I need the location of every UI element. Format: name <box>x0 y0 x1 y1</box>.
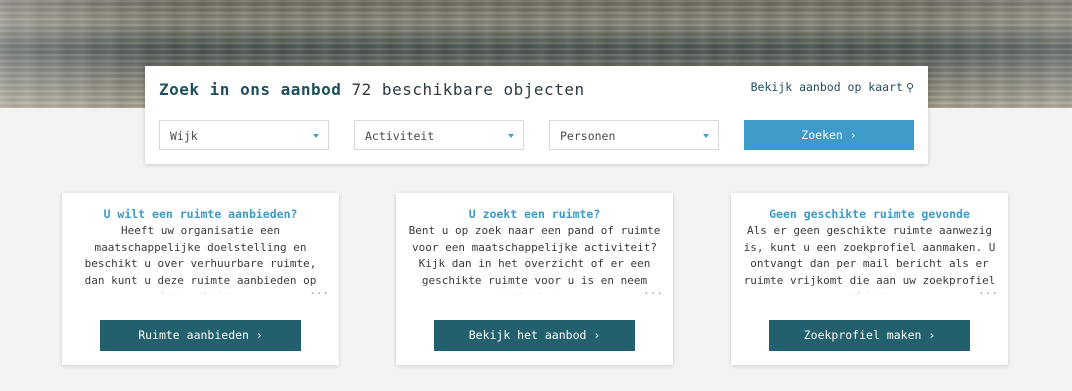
read-more-ellipsis[interactable]: ... <box>309 284 329 297</box>
map-link-label: Bekijk aanbod op kaart <box>750 80 903 94</box>
card-title: U wilt een ruimte aanbieden? <box>103 207 298 221</box>
chevron-down-icon <box>703 134 709 138</box>
map-pin-icon: ⚲ <box>905 81 914 94</box>
chevron-down-icon <box>313 134 319 138</box>
personen-select[interactable]: Personen <box>549 120 719 150</box>
card-title: U zoekt een ruimte? <box>468 207 601 221</box>
card-title: Geen geschikte ruimte gevonde <box>769 207 970 221</box>
read-more-ellipsis[interactable]: ... <box>978 284 998 297</box>
activiteit-select-label: Activiteit <box>365 129 435 143</box>
object-count: 72 beschikbare objecten <box>351 80 585 99</box>
search-title: Zoek in ons aanbod 72 beschikbare object… <box>159 80 585 99</box>
map-link[interactable]: Bekijk aanbod op kaart ⚲ <box>751 80 914 94</box>
search-button[interactable]: Zoeken › <box>744 120 914 150</box>
card-text: Als er geen geschikte ruimte aanwezig is… <box>741 223 998 295</box>
personen-select-label: Personen <box>560 129 616 143</box>
card-text: Heeft uw organisatie een maatschappelijk… <box>72 223 329 295</box>
zoekprofiel-maken-button[interactable]: Zoekprofiel maken › <box>769 320 970 351</box>
card-zoekprofiel: Geen geschikte ruimte gevonde Als er gee… <box>731 193 1008 365</box>
card-ruimte-zoeken: U zoekt een ruimte? Bent u op zoek naar … <box>396 193 673 365</box>
ruimte-aanbieden-button[interactable]: Ruimte aanbieden › <box>100 320 301 351</box>
wijk-select-label: Wijk <box>170 129 198 143</box>
card-text: Bent u op zoek naar een pand of ruimte v… <box>406 223 663 295</box>
chevron-down-icon <box>508 134 514 138</box>
wijk-select[interactable]: Wijk <box>159 120 329 150</box>
search-panel: Zoek in ons aanbod 72 beschikbare object… <box>145 66 928 164</box>
card-ruimte-aanbieden: U wilt een ruimte aanbieden? Heeft uw or… <box>62 193 339 365</box>
search-title-strong: Zoek in ons aanbod <box>159 80 342 99</box>
activiteit-select[interactable]: Activiteit <box>354 120 524 150</box>
read-more-ellipsis[interactable]: ... <box>643 284 663 297</box>
bekijk-aanbod-button[interactable]: Bekijk het aanbod › <box>434 320 635 351</box>
